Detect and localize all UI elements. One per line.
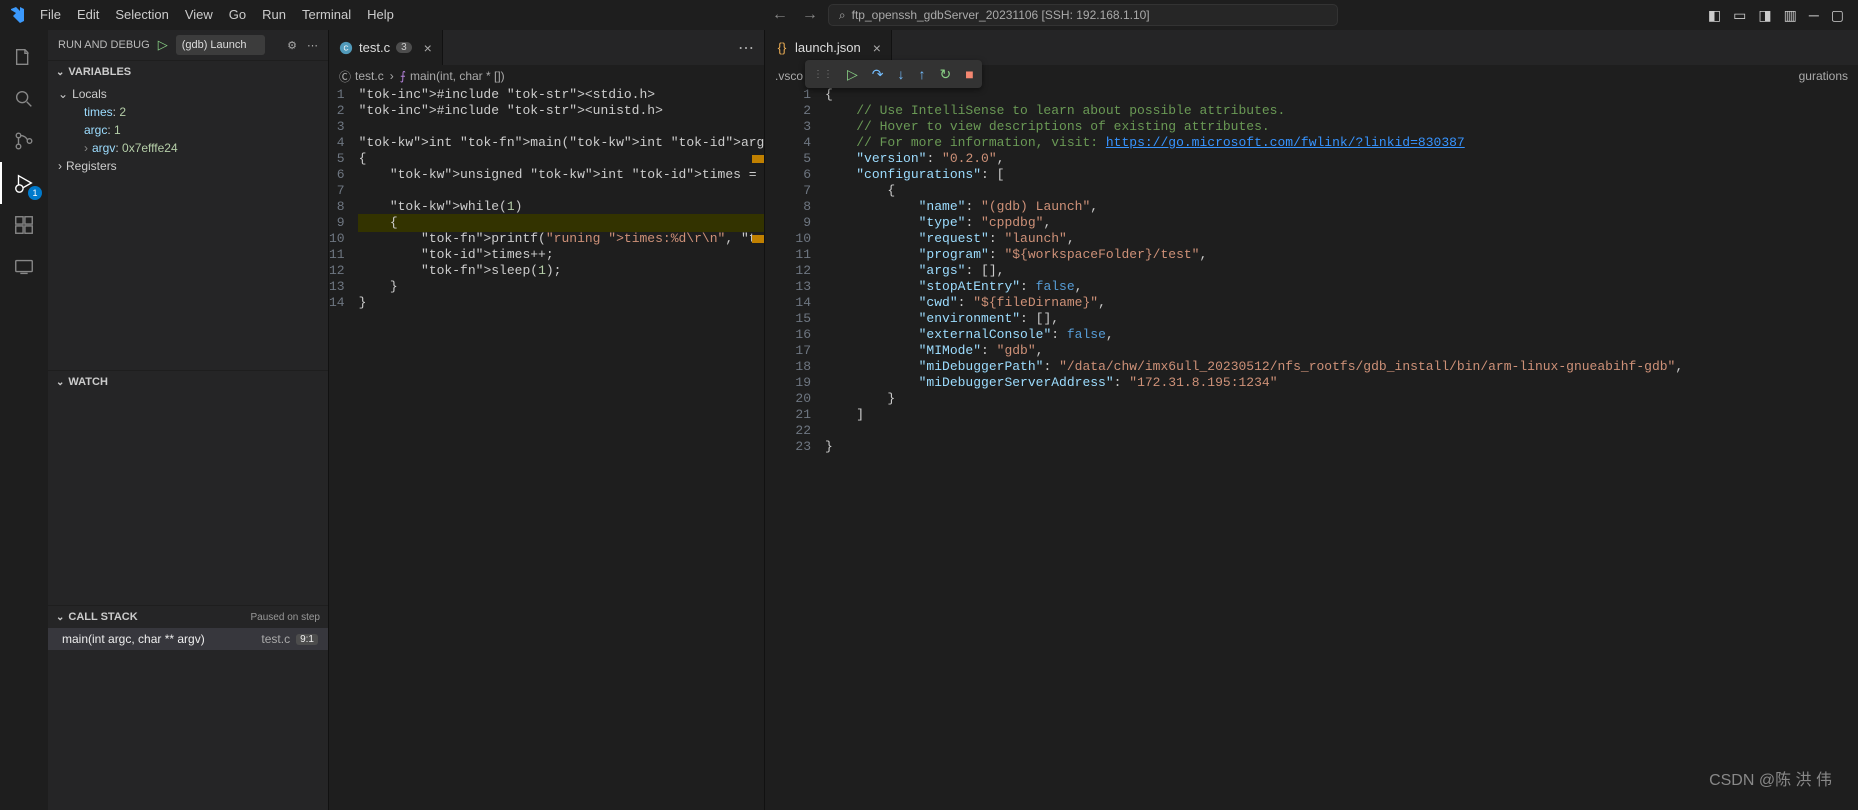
callstack-section: ⌄ CALL STACK Paused on step main(int arg… <box>48 605 328 810</box>
vscode-logo-icon <box>8 7 24 23</box>
tab-test-c[interactable]: C test.c 3 × <box>329 30 443 65</box>
var-argc[interactable]: argc: 1 <box>48 121 328 139</box>
menu-terminal[interactable]: Terminal <box>294 0 359 30</box>
more-icon[interactable]: ⋯ <box>307 39 318 52</box>
run-debug-title: RUN AND DEBUG <box>58 39 150 51</box>
step-into-button[interactable]: ↓ <box>898 66 905 82</box>
svg-text:C: C <box>343 45 348 52</box>
editor-right[interactable]: 1234567891011121314151617181920212223{ /… <box>765 87 1858 810</box>
variables-section: ⌄ VARIABLES ⌄ Locals times: 2 argc: 1 ›a… <box>48 60 328 370</box>
gear-icon[interactable]: ⚙ <box>287 39 297 52</box>
json-file-icon: {} <box>775 41 789 55</box>
callstack-row[interactable]: main(int argc, char ** argv) test.c 9:1 <box>48 628 328 650</box>
menu-selection[interactable]: Selection <box>107 0 176 30</box>
step-out-button[interactable]: ↑ <box>919 66 926 82</box>
debug-badge: 1 <box>28 186 42 200</box>
restart-button[interactable]: ↻ <box>940 66 952 83</box>
breadcrumb-left[interactable]: Ⓒ test.c › ⨍ main(int, char * []) <box>329 65 764 87</box>
command-center-text: ftp_openssh_gdbServer_20231106 [SSH: 192… <box>852 8 1150 22</box>
locals-group[interactable]: ⌄ Locals <box>48 85 328 103</box>
chevron-down-icon: ⌄ <box>56 67 64 78</box>
menu-edit[interactable]: Edit <box>69 0 107 30</box>
menu-items: File Edit Selection View Go Run Terminal… <box>32 0 402 30</box>
debug-toolbar[interactable]: ⋮⋮ ▷ ↷ ↓ ↑ ↻ ■ <box>805 60 982 88</box>
search-icon: ⌕ <box>839 8 846 23</box>
layout-panel-icon[interactable]: ▭ <box>1733 7 1746 24</box>
search-icon[interactable] <box>0 78 48 120</box>
var-times[interactable]: times: 2 <box>48 103 328 121</box>
editor-left[interactable]: 123456789▷1011121314"tok-inc">#include "… <box>329 87 764 810</box>
watch-header[interactable]: ⌄ WATCH <box>48 371 328 393</box>
editor-pane-right: {} launch.json × .vsco gurations 1234567… <box>764 30 1858 810</box>
step-over-button[interactable]: ↷ <box>872 66 884 83</box>
callstack-header[interactable]: ⌄ CALL STACK Paused on step <box>48 606 328 628</box>
menu-go[interactable]: Go <box>221 0 254 30</box>
var-argv[interactable]: ›argv: 0x7efffe24 <box>48 139 328 157</box>
minimize-icon[interactable]: ─ <box>1809 7 1819 24</box>
menu-file[interactable]: File <box>32 0 69 30</box>
start-debug-button[interactable]: ▷ <box>158 37 168 53</box>
menu-bar: File Edit Selection View Go Run Terminal… <box>0 0 1858 30</box>
tab-badge: 3 <box>396 42 412 53</box>
editor-pane-left: C test.c 3 × ⋯ Ⓒ test.c › ⨍ main(int, ch… <box>328 30 764 810</box>
chevron-down-icon: ⌄ <box>56 612 64 623</box>
extensions-icon[interactable] <box>0 204 48 246</box>
layout-custom-icon[interactable]: ▥ <box>1784 7 1797 24</box>
debug-sidebar: RUN AND DEBUG ▷ (gdb) Launch ⚙ ⋯ ⌄ VARIA… <box>48 30 328 810</box>
menu-help[interactable]: Help <box>359 0 402 30</box>
activity-bar: 1 <box>0 30 48 810</box>
chevron-down-icon: ⌄ <box>56 377 64 388</box>
continue-button[interactable]: ▷ <box>847 66 858 83</box>
drag-handle-icon[interactable]: ⋮⋮ <box>813 69 833 80</box>
chevron-down-icon: ⌄ <box>58 87 68 101</box>
launch-config-select[interactable]: (gdb) Launch <box>176 35 265 55</box>
menu-view[interactable]: View <box>177 0 221 30</box>
watch-section: ⌄ WATCH <box>48 370 328 605</box>
watermark: CSDN @陈 洪 伟 <box>1709 766 1832 790</box>
menu-run[interactable]: Run <box>254 0 294 30</box>
nav-back-icon[interactable]: ← <box>772 6 788 24</box>
remote-explorer-icon[interactable] <box>0 246 48 288</box>
stop-button[interactable]: ■ <box>965 66 973 82</box>
c-file-icon: C <box>339 41 353 55</box>
close-icon[interactable]: × <box>424 40 432 56</box>
layout-primary-icon[interactable]: ◧ <box>1708 7 1721 24</box>
variables-header[interactable]: ⌄ VARIABLES <box>48 61 328 83</box>
maximize-icon[interactable]: ▢ <box>1831 7 1844 24</box>
debug-icon[interactable]: 1 <box>0 162 48 204</box>
registers-group[interactable]: › Registers <box>48 157 328 175</box>
scm-icon[interactable] <box>0 120 48 162</box>
c-file-icon: Ⓒ <box>339 68 351 85</box>
files-icon[interactable] <box>0 36 48 78</box>
close-icon[interactable]: × <box>873 40 881 56</box>
tab-bar-left: C test.c 3 × ⋯ <box>329 30 764 65</box>
layout-secondary-icon[interactable]: ◨ <box>1758 7 1771 24</box>
chevron-right-icon: › <box>58 159 62 173</box>
command-center[interactable]: ⌕ ftp_openssh_gdbServer_20231106 [SSH: 1… <box>828 4 1338 26</box>
function-icon: ⨍ <box>400 69 406 83</box>
more-icon[interactable]: ⋯ <box>738 38 754 58</box>
nav-forward-icon[interactable]: → <box>802 6 818 24</box>
